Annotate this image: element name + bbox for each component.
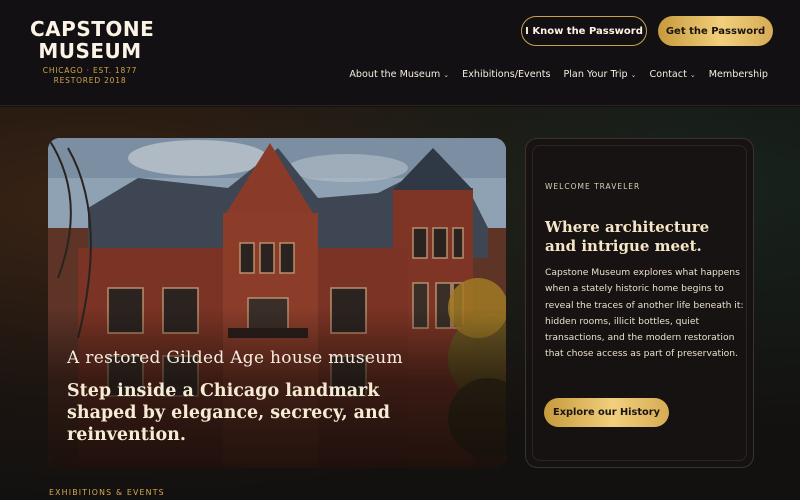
know-password-button[interactable]: I Know the Password <box>521 16 647 46</box>
hero-kicker: A restored Gilded Age house museum <box>67 348 403 368</box>
hero-image-card: A restored Gilded Age house museum Step … <box>48 138 506 468</box>
nav-item-label: Plan Your Trip <box>563 69 628 80</box>
nav-item-membership[interactable]: Membership <box>709 69 768 80</box>
nav-item-label: About the Museum <box>349 69 441 80</box>
museum-logo[interactable]: CAPSTONE MUSEUM CHICAGO · EST. 1877 REST… <box>30 17 155 86</box>
explore-history-button[interactable]: Explore our History <box>544 398 669 427</box>
hero-headline: Step inside a Chicago landmark shaped by… <box>67 381 390 445</box>
nav-item-label: Exhibitions/Events <box>462 69 551 80</box>
nav-item-label: Membership <box>708 69 768 80</box>
welcome-eyebrow: WELCOME TRAVELER <box>545 182 641 191</box>
get-password-button[interactable]: Get the Password <box>658 16 773 46</box>
chevron-down-icon: ⌄ <box>630 70 637 79</box>
nav-item-label: Contact <box>649 69 687 80</box>
logo-tagline-line2: RESTORED 2018 <box>53 76 127 85</box>
nav-item-exhibitions[interactable]: Exhibitions/Events <box>462 69 550 80</box>
logo-tagline-line1: CHICAGO · EST. 1877 <box>42 66 138 75</box>
nav-item-contact[interactable]: Contact ⌄ <box>650 69 696 80</box>
welcome-card: WELCOME TRAVELER Where architecture and … <box>525 138 754 468</box>
main-nav: About the Museum ⌄ Exhibitions/Events Pl… <box>349 69 768 80</box>
chevron-down-icon: ⌄ <box>443 70 450 79</box>
welcome-title: Where architecture and intrigue meet. <box>545 218 710 255</box>
welcome-body: Capstone Museum explores what happens wh… <box>545 267 744 360</box>
logo-title-line2: MUSEUM <box>38 39 142 63</box>
nav-item-about[interactable]: About the Museum ⌄ <box>349 69 449 80</box>
chevron-down-icon: ⌄ <box>689 70 696 79</box>
exhibitions-events-section-label: EXHIBITIONS & EVENTS <box>49 488 165 497</box>
logo-title-line1: CAPSTONE <box>30 17 155 41</box>
site-header: CAPSTONE MUSEUM CHICAGO · EST. 1877 REST… <box>0 0 800 106</box>
nav-item-plan-trip[interactable]: Plan Your Trip ⌄ <box>563 69 636 80</box>
